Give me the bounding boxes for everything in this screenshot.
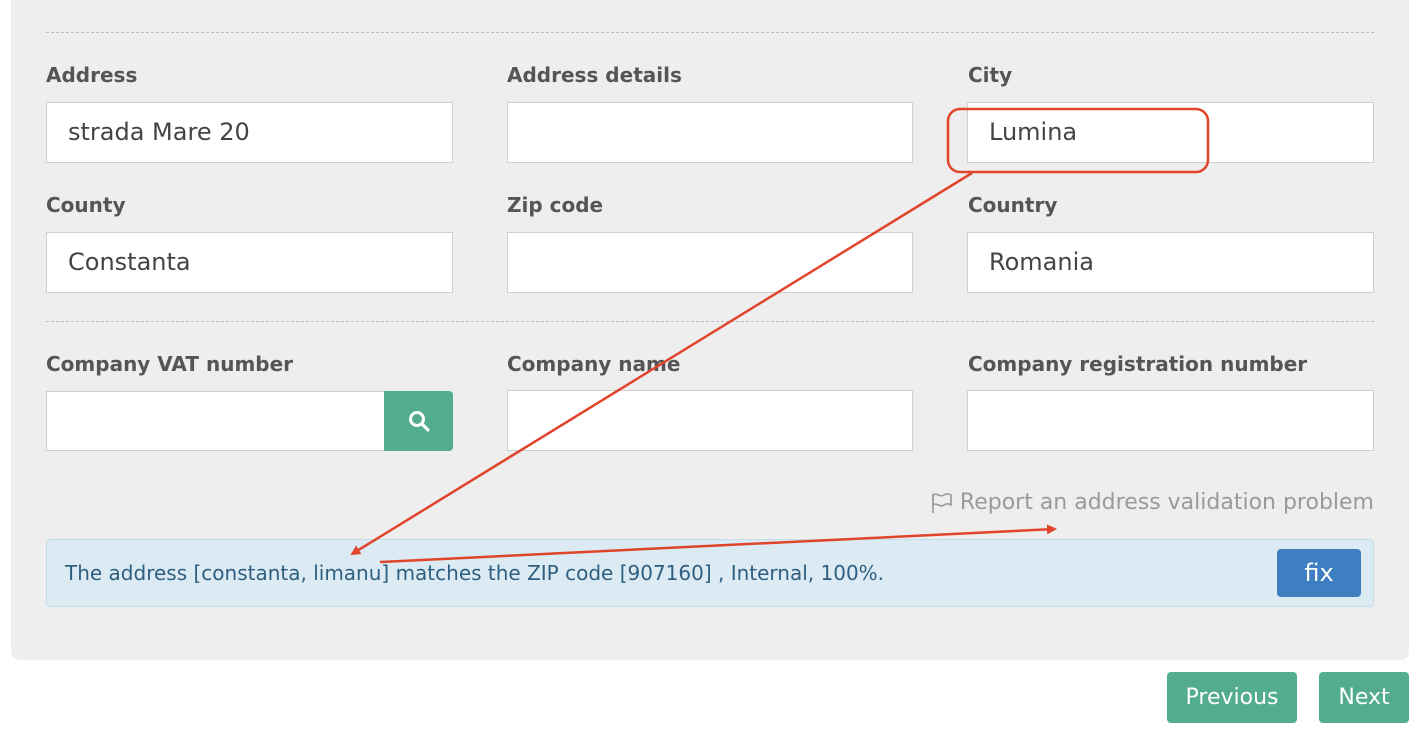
county-input[interactable]: Constanta bbox=[46, 232, 453, 293]
company-vat-label: Company VAT number bbox=[46, 352, 294, 376]
search-icon bbox=[408, 411, 430, 432]
company-registration-input[interactable] bbox=[967, 390, 1374, 451]
flag-icon bbox=[932, 492, 952, 513]
vat-search-button[interactable] bbox=[384, 391, 453, 451]
country-input[interactable]: Romania bbox=[967, 232, 1374, 293]
company-vat-input[interactable] bbox=[46, 391, 385, 451]
city-input[interactable]: Lumina bbox=[967, 102, 1374, 163]
address-input[interactable]: strada Mare 20 bbox=[46, 102, 453, 163]
zip-code-input[interactable] bbox=[507, 232, 913, 293]
address-details-input[interactable] bbox=[507, 102, 913, 163]
address-details-label: Address details bbox=[507, 63, 682, 87]
city-label: City bbox=[968, 63, 1013, 87]
company-name-input[interactable] bbox=[507, 390, 913, 451]
company-registration-label: Company registration number bbox=[968, 352, 1308, 376]
zip-code-label: Zip code bbox=[507, 193, 604, 217]
alert-message: The address [constanta, limanu] matches … bbox=[65, 561, 885, 585]
company-name-label: Company name bbox=[507, 352, 681, 376]
report-address-problem-link[interactable]: Report an address validation problem bbox=[930, 490, 1374, 515]
previous-button[interactable]: Previous bbox=[1167, 672, 1297, 723]
section-divider-top bbox=[46, 32, 1374, 33]
county-label: County bbox=[46, 193, 126, 217]
country-label: Country bbox=[968, 193, 1058, 217]
section-divider-company bbox=[46, 321, 1374, 322]
fix-button[interactable]: fix bbox=[1277, 549, 1361, 597]
report-link-text: Report an address validation problem bbox=[959, 490, 1374, 515]
next-button[interactable]: Next bbox=[1319, 672, 1409, 723]
address-label: Address bbox=[46, 63, 138, 87]
address-match-alert: The address [constanta, limanu] matches … bbox=[46, 539, 1374, 607]
